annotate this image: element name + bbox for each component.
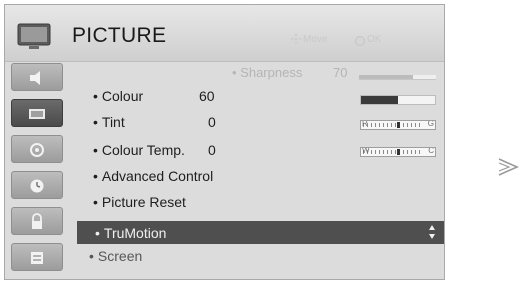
tint-bar: R G: [360, 120, 436, 130]
menu-item-label: Advanced Control: [101, 168, 214, 184]
ok-icon: [355, 36, 365, 46]
sharpness-value: 70: [333, 65, 348, 80]
move-icon: [290, 33, 302, 45]
sharpness-bar-fill: [359, 75, 413, 79]
menu-item-trumotion[interactable]: • TruMotion: [77, 221, 444, 244]
sidebar-item-lock[interactable]: [11, 207, 63, 235]
lock-icon: [32, 213, 42, 229]
sidebar-item-picture[interactable]: [11, 99, 63, 127]
tv-icon: [17, 23, 51, 49]
menu-item-label: Colour Temp.: [101, 142, 185, 158]
menu-header: PICTURE Move OK: [5, 5, 444, 62]
sidebar-item-time[interactable]: [11, 171, 63, 199]
menu-item-picture-reset[interactable]: • Picture Reset: [93, 194, 186, 210]
speaker-icon: [30, 71, 40, 85]
next-arrow-icon: [498, 158, 519, 176]
colour-value: 60: [199, 88, 215, 104]
colour-bar: [360, 95, 436, 105]
sharpness-bar: [359, 75, 436, 80]
sidebar-item-option[interactable]: [11, 243, 63, 271]
sharpness-label: • Sharpness: [232, 65, 303, 80]
colour-temp-bar: W C: [360, 147, 436, 157]
colour-temp-value: 0: [208, 142, 216, 158]
option-icon: [31, 252, 43, 264]
clock-icon: [30, 179, 44, 193]
settings-icon: [30, 143, 44, 157]
tint-left-label: R: [362, 120, 368, 128]
menu-item-tint[interactable]: • Tint: [93, 114, 125, 130]
selected-item-label: TruMotion: [103, 225, 167, 241]
temp-marker: [397, 149, 400, 155]
page-title: PICTURE: [72, 24, 167, 47]
temp-left-label: W: [362, 147, 370, 155]
updown-arrow-icon: [429, 225, 435, 239]
move-hint: Move: [303, 34, 328, 45]
menu-item-label: Colour: [101, 88, 144, 104]
ok-hint: OK: [367, 34, 382, 45]
category-sidebar: [11, 63, 69, 277]
menu-item-colour-temp[interactable]: • Colour Temp.: [93, 142, 185, 158]
menu-item-advanced-control[interactable]: • Advanced Control: [93, 168, 213, 184]
tint-value: 0: [208, 114, 216, 130]
temp-right-label: C: [428, 147, 434, 155]
menu-item-colour[interactable]: • Colour: [93, 88, 143, 104]
menu-item-screen[interactable]: • Screen: [89, 248, 142, 264]
picture-icon: [29, 109, 45, 119]
sidebar-item-setup[interactable]: [11, 135, 63, 163]
menu-item-label: Tint: [101, 114, 125, 130]
menu-item-label: Screen: [97, 248, 143, 264]
tint-right-label: G: [427, 120, 434, 128]
tint-marker: [397, 122, 400, 128]
menu-item-label: Picture Reset: [101, 194, 186, 210]
sidebar-item-audio[interactable]: [11, 63, 63, 91]
picture-menu-panel: PICTURE Move OK • Sharpness 70 • Colour …: [4, 4, 445, 280]
colour-bar-fill: [361, 96, 398, 104]
